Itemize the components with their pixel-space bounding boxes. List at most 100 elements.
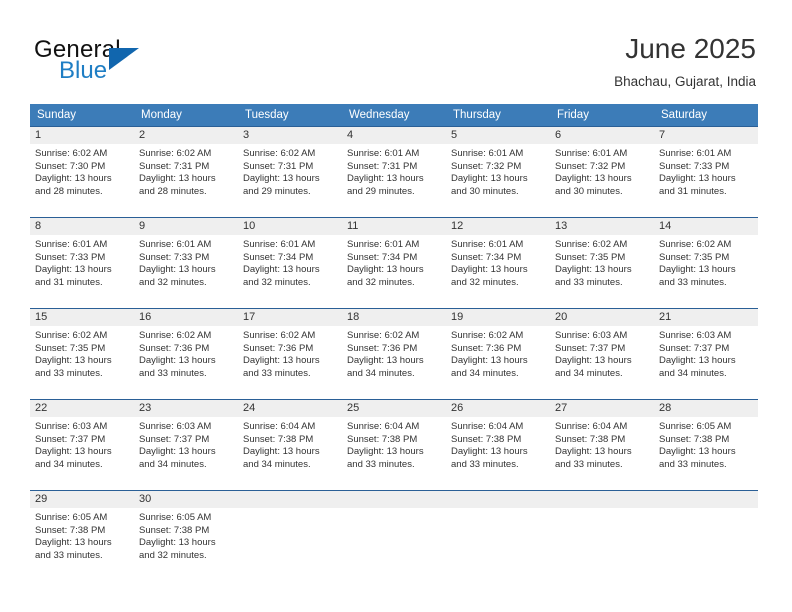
day-details: Sunrise: 6:01 AM Sunset: 7:32 PM Dayligh… <box>550 144 654 198</box>
daylight-text-line1: Daylight: 13 hours <box>555 173 632 185</box>
calendar-day-cell[interactable]: 15 Sunrise: 6:02 AM Sunset: 7:35 PM Dayl… <box>30 308 134 394</box>
sunset-text: Sunset: 7:35 PM <box>35 342 106 354</box>
sunset-text: Sunset: 7:31 PM <box>347 160 418 172</box>
day-details: Sunrise: 6:01 AM Sunset: 7:33 PM Dayligh… <box>134 235 238 289</box>
day-details: Sunrise: 6:01 AM Sunset: 7:34 PM Dayligh… <box>238 235 342 289</box>
daylight-text-line2: and 33 minutes. <box>35 549 103 561</box>
calendar-day-cell[interactable]: 26 Sunrise: 6:04 AM Sunset: 7:38 PM Dayl… <box>446 399 550 485</box>
calendar-day-cell[interactable]: 5 Sunrise: 6:01 AM Sunset: 7:32 PM Dayli… <box>446 126 550 212</box>
daylight-text-line1: Daylight: 13 hours <box>347 264 424 276</box>
day-number: 2 <box>134 127 238 144</box>
day-number <box>238 491 342 508</box>
calendar-day-cell[interactable]: 29 Sunrise: 6:05 AM Sunset: 7:38 PM Dayl… <box>30 490 134 576</box>
calendar-day-cell[interactable]: 7 Sunrise: 6:01 AM Sunset: 7:33 PM Dayli… <box>654 126 758 212</box>
daylight-text-line1: Daylight: 13 hours <box>659 173 736 185</box>
daylight-text-line1: Daylight: 13 hours <box>139 173 216 185</box>
day-number: 1 <box>30 127 134 144</box>
day-number: 7 <box>654 127 758 144</box>
calendar-day-cell[interactable]: 2 Sunrise: 6:02 AM Sunset: 7:31 PM Dayli… <box>134 126 238 212</box>
brand-logo[interactable]: General Blue <box>34 36 214 92</box>
daylight-text-line2: and 34 minutes. <box>659 367 727 379</box>
daylight-text-line2: and 33 minutes. <box>347 458 415 470</box>
calendar-day-cell[interactable]: 1 Sunrise: 6:02 AM Sunset: 7:30 PM Dayli… <box>30 126 134 212</box>
calendar-day-cell[interactable]: 11 Sunrise: 6:01 AM Sunset: 7:34 PM Dayl… <box>342 217 446 303</box>
calendar-page: General Blue June 2025 Bhachau, Gujarat,… <box>0 0 792 612</box>
daylight-text-line2: and 29 minutes. <box>347 185 415 197</box>
daylight-text-line2: and 33 minutes. <box>555 458 623 470</box>
sunrise-text: Sunrise: 6:01 AM <box>347 148 420 159</box>
calendar-day-cell[interactable]: 23 Sunrise: 6:03 AM Sunset: 7:37 PM Dayl… <box>134 399 238 485</box>
calendar-day-cell[interactable]: 10 Sunrise: 6:01 AM Sunset: 7:34 PM Dayl… <box>238 217 342 303</box>
sunset-text: Sunset: 7:36 PM <box>347 342 418 354</box>
calendar-day-cell[interactable]: 19 Sunrise: 6:02 AM Sunset: 7:36 PM Dayl… <box>446 308 550 394</box>
day-number: 28 <box>654 400 758 417</box>
calendar-day-cell[interactable]: 16 Sunrise: 6:02 AM Sunset: 7:36 PM Dayl… <box>134 308 238 394</box>
calendar-day-cell[interactable]: 17 Sunrise: 6:02 AM Sunset: 7:36 PM Dayl… <box>238 308 342 394</box>
day-number: 19 <box>446 309 550 326</box>
sunset-text: Sunset: 7:38 PM <box>659 433 730 445</box>
day-number: 24 <box>238 400 342 417</box>
day-details: Sunrise: 6:02 AM Sunset: 7:31 PM Dayligh… <box>134 144 238 198</box>
triangle-logo-icon <box>109 48 139 70</box>
calendar-day-cell[interactable]: 25 Sunrise: 6:04 AM Sunset: 7:38 PM Dayl… <box>342 399 446 485</box>
calendar-day-cell[interactable]: 9 Sunrise: 6:01 AM Sunset: 7:33 PM Dayli… <box>134 217 238 303</box>
day-details: Sunrise: 6:02 AM Sunset: 7:36 PM Dayligh… <box>342 326 446 380</box>
daylight-text-line2: and 33 minutes. <box>35 367 103 379</box>
sunrise-text: Sunrise: 6:01 AM <box>659 148 732 159</box>
location-subtitle: Bhachau, Gujarat, India <box>614 74 756 89</box>
sunrise-text: Sunrise: 6:02 AM <box>139 330 212 341</box>
calendar-day-cell[interactable]: 21 Sunrise: 6:03 AM Sunset: 7:37 PM Dayl… <box>654 308 758 394</box>
daylight-text-line1: Daylight: 13 hours <box>139 537 216 549</box>
sunrise-text: Sunrise: 6:03 AM <box>555 330 628 341</box>
sunrise-text: Sunrise: 6:01 AM <box>139 239 212 250</box>
day-number: 13 <box>550 218 654 235</box>
daylight-text-line1: Daylight: 13 hours <box>347 446 424 458</box>
day-number: 12 <box>446 218 550 235</box>
day-number <box>550 491 654 508</box>
calendar-day-cell[interactable]: 20 Sunrise: 6:03 AM Sunset: 7:37 PM Dayl… <box>550 308 654 394</box>
calendar-day-cell[interactable]: 13 Sunrise: 6:02 AM Sunset: 7:35 PM Dayl… <box>550 217 654 303</box>
daylight-text-line1: Daylight: 13 hours <box>139 446 216 458</box>
calendar-week-row: 8 Sunrise: 6:01 AM Sunset: 7:33 PM Dayli… <box>30 217 758 303</box>
calendar-day-cell[interactable]: 4 Sunrise: 6:01 AM Sunset: 7:31 PM Dayli… <box>342 126 446 212</box>
calendar-day-cell[interactable]: 8 Sunrise: 6:01 AM Sunset: 7:33 PM Dayli… <box>30 217 134 303</box>
calendar-day-cell[interactable]: 18 Sunrise: 6:02 AM Sunset: 7:36 PM Dayl… <box>342 308 446 394</box>
sunrise-text: Sunrise: 6:01 AM <box>451 239 524 250</box>
calendar-day-cell[interactable]: 28 Sunrise: 6:05 AM Sunset: 7:38 PM Dayl… <box>654 399 758 485</box>
sunrise-text: Sunrise: 6:02 AM <box>139 148 212 159</box>
sunset-text: Sunset: 7:34 PM <box>451 251 522 263</box>
page-title: June 2025 <box>625 33 756 64</box>
calendar-day-cell[interactable]: 3 Sunrise: 6:02 AM Sunset: 7:31 PM Dayli… <box>238 126 342 212</box>
day-details: Sunrise: 6:02 AM Sunset: 7:30 PM Dayligh… <box>30 144 134 198</box>
sunrise-text: Sunrise: 6:03 AM <box>35 421 108 432</box>
day-number: 11 <box>342 218 446 235</box>
sunrise-text: Sunrise: 6:03 AM <box>659 330 732 341</box>
calendar-day-cell[interactable]: 27 Sunrise: 6:04 AM Sunset: 7:38 PM Dayl… <box>550 399 654 485</box>
calendar-day-cell[interactable]: 24 Sunrise: 6:04 AM Sunset: 7:38 PM Dayl… <box>238 399 342 485</box>
daylight-text-line1: Daylight: 13 hours <box>659 264 736 276</box>
day-number: 3 <box>238 127 342 144</box>
day-details: Sunrise: 6:04 AM Sunset: 7:38 PM Dayligh… <box>446 417 550 471</box>
calendar-day-cell[interactable]: 12 Sunrise: 6:01 AM Sunset: 7:34 PM Dayl… <box>446 217 550 303</box>
calendar-day-cell[interactable]: 6 Sunrise: 6:01 AM Sunset: 7:32 PM Dayli… <box>550 126 654 212</box>
sunset-text: Sunset: 7:33 PM <box>139 251 210 263</box>
sunset-text: Sunset: 7:36 PM <box>139 342 210 354</box>
day-number: 16 <box>134 309 238 326</box>
calendar-day-cell[interactable]: 14 Sunrise: 6:02 AM Sunset: 7:35 PM Dayl… <box>654 217 758 303</box>
calendar-day-cell[interactable]: 30 Sunrise: 6:05 AM Sunset: 7:38 PM Dayl… <box>134 490 238 576</box>
day-number: 27 <box>550 400 654 417</box>
calendar-week-row: 1 Sunrise: 6:02 AM Sunset: 7:30 PM Dayli… <box>30 126 758 212</box>
sunset-text: Sunset: 7:38 PM <box>35 524 106 536</box>
daylight-text-line2: and 33 minutes. <box>555 276 623 288</box>
daylight-text-line2: and 34 minutes. <box>555 367 623 379</box>
daylight-text-line1: Daylight: 13 hours <box>347 173 424 185</box>
day-details: Sunrise: 6:01 AM Sunset: 7:34 PM Dayligh… <box>342 235 446 289</box>
day-details: Sunrise: 6:03 AM Sunset: 7:37 PM Dayligh… <box>30 417 134 471</box>
weekday-header-thursday: Thursday <box>446 104 550 126</box>
day-details: Sunrise: 6:04 AM Sunset: 7:38 PM Dayligh… <box>550 417 654 471</box>
sunrise-text: Sunrise: 6:05 AM <box>35 512 108 523</box>
daylight-text-line1: Daylight: 13 hours <box>243 355 320 367</box>
calendar-day-cell[interactable]: 22 Sunrise: 6:03 AM Sunset: 7:37 PM Dayl… <box>30 399 134 485</box>
day-number: 25 <box>342 400 446 417</box>
daylight-text-line1: Daylight: 13 hours <box>35 264 112 276</box>
